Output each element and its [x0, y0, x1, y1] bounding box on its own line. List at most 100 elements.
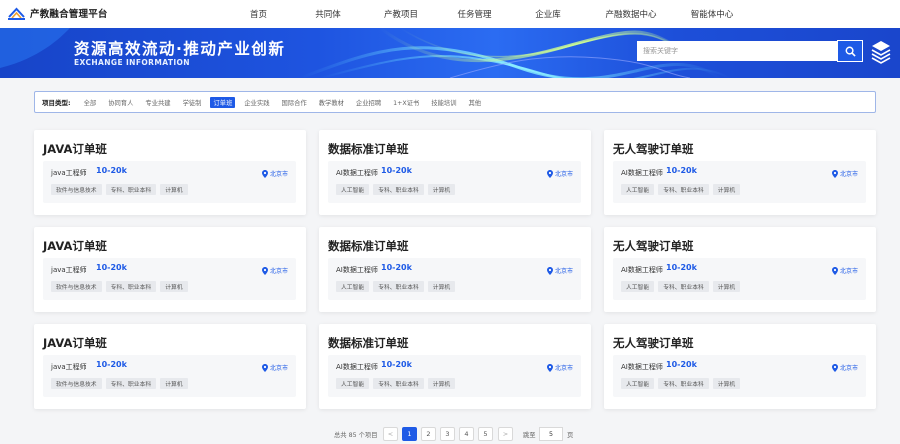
filter-option[interactable]: 协同育人	[105, 97, 136, 108]
job-title: AI数据工程师	[621, 266, 663, 274]
tag: 专科、职业本科	[658, 184, 709, 195]
card-title: JAVA订单班	[43, 239, 107, 253]
nav-item[interactable]: 首页	[222, 0, 295, 28]
project-card[interactable]: 数据标准订单班 AI数据工程师 10-20k 北京市 人工智能 专科、职业本科 计算机	[319, 130, 591, 215]
salary: 10-20k	[96, 360, 127, 369]
card-title: 无人驾驶订单班	[613, 336, 694, 350]
salary: 10-20k	[381, 263, 412, 272]
location: 北京市	[831, 363, 858, 372]
card-title: 无人驾驶订单班	[613, 239, 694, 253]
project-card[interactable]: JAVA订单班 java工程师 10-20k 北京市 软件与信息技术 专科、职业本科 计算机	[34, 324, 306, 409]
card-title: 无人驾驶订单班	[613, 142, 694, 156]
project-card[interactable]: 无人驾驶订单班 AI数据工程师 10-20k 北京市 人工智能 专科、职业本科 计算机	[604, 324, 876, 409]
location-pin-icon	[831, 363, 838, 372]
tag: 人工智能	[621, 281, 655, 292]
filter-label: 项目类型:	[42, 99, 71, 107]
prev-page-button[interactable]: <	[383, 427, 398, 441]
project-card[interactable]: JAVA订单班 java工程师 10-20k 北京市 软件与信息技术 专科、职业本科 计算机	[34, 227, 306, 312]
page-button[interactable]: 3	[440, 427, 455, 441]
filter-option[interactable]: 全部	[81, 97, 100, 108]
nav-item[interactable]: 智能体中心	[674, 0, 750, 28]
main-menu: 首页 共同体 产教项目 任务管理 企业库 产融数据中心 智能体中心	[222, 0, 750, 28]
page-button[interactable]: 1	[402, 427, 417, 441]
tag: 软件与信息技术	[51, 378, 102, 389]
location: 北京市	[546, 169, 573, 178]
tag: 计算机	[160, 378, 188, 389]
tag: 专科、职业本科	[658, 281, 709, 292]
banner-title: 资源高效流动·推动产业创新	[74, 40, 286, 58]
page-button[interactable]: 5	[478, 427, 493, 441]
tag: 人工智能	[336, 378, 370, 389]
location-text: 北京市	[839, 268, 858, 275]
filter-option[interactable]: 教学教材	[316, 97, 347, 108]
total-count: 总共 85 个项目	[334, 432, 378, 439]
goto-page-input[interactable]	[539, 427, 563, 441]
salary: 10-20k	[666, 360, 697, 369]
salary: 10-20k	[666, 263, 697, 272]
location-text: 北京市	[554, 365, 573, 372]
tag-list: 软件与信息技术 专科、职业本科 计算机	[51, 378, 188, 389]
search-input[interactable]	[637, 41, 837, 61]
location: 北京市	[831, 169, 858, 178]
tag: 软件与信息技术	[51, 184, 102, 195]
job-info: AI数据工程师 10-20k 北京市 人工智能 专科、职业本科 计算机	[328, 355, 581, 397]
location-pin-icon	[546, 169, 553, 178]
location-pin-icon	[831, 169, 838, 178]
project-card[interactable]: 无人驾驶订单班 AI数据工程师 10-20k 北京市 人工智能 专科、职业本科 计算机	[604, 130, 876, 215]
project-card[interactable]: 数据标准订单班 AI数据工程师 10-20k 北京市 人工智能 专科、职业本科 计算机	[319, 324, 591, 409]
location-text: 北京市	[554, 268, 573, 275]
filter-option[interactable]: 企业实践	[241, 97, 272, 108]
filter-option[interactable]: 专业共建	[142, 97, 173, 108]
tag: 人工智能	[336, 184, 370, 195]
tag: 计算机	[427, 378, 456, 389]
tag-list: 软件与信息技术 专科、职业本科 计算机	[51, 184, 188, 195]
filter-option[interactable]: 企业招聘	[353, 97, 384, 108]
tag: 专科、职业本科	[105, 184, 157, 195]
tag: 人工智能	[621, 184, 655, 195]
tag-list: 人工智能 专科、职业本科 计算机	[336, 281, 456, 292]
tag-list: 人工智能 专科、职业本科 计算机	[336, 184, 456, 195]
location-text: 北京市	[839, 365, 858, 372]
next-page-button[interactable]: >	[498, 427, 513, 441]
nav-item[interactable]: 产融数据中心	[588, 0, 674, 28]
job-info: java工程师 10-20k 北京市 软件与信息技术 专科、职业本科 计算机	[43, 258, 296, 300]
job-info: AI数据工程师 10-20k 北京市 人工智能 专科、职业本科 计算机	[613, 355, 866, 397]
nav-item[interactable]: 产教项目	[361, 0, 441, 28]
chevron-right-icon: >	[502, 430, 509, 438]
location-pin-icon	[546, 266, 553, 275]
project-card[interactable]: JAVA订单班 java工程师 10-20k 北京市 软件与信息技术 专科、职业本科 计算机	[34, 130, 306, 215]
project-card[interactable]: 数据标准订单班 AI数据工程师 10-20k 北京市 人工智能 专科、职业本科 计算机	[319, 227, 591, 312]
page-unit: 页	[567, 432, 574, 439]
search-button[interactable]	[837, 40, 863, 62]
location: 北京市	[831, 266, 858, 275]
filter-option[interactable]: 技能培训	[428, 97, 459, 108]
filter-option[interactable]: 国际合作	[279, 97, 310, 108]
nav-item[interactable]: 企业库	[508, 0, 588, 28]
card-title: 数据标准订单班	[328, 239, 409, 253]
filter-option[interactable]: 1+X证书	[390, 97, 422, 108]
location: 北京市	[546, 266, 573, 275]
page-button[interactable]: 4	[459, 427, 474, 441]
nav-item[interactable]: 共同体	[295, 0, 361, 28]
salary: 10-20k	[96, 166, 127, 175]
filter-option[interactable]: 其他	[466, 97, 485, 108]
tag: 专科、职业本科	[658, 378, 709, 389]
page-button[interactable]: 2	[421, 427, 436, 441]
brand[interactable]: 产教融合管理平台	[8, 6, 108, 20]
job-info: AI数据工程师 10-20k 北京市 人工智能 专科、职业本科 计算机	[328, 161, 581, 203]
project-card[interactable]: 无人驾驶订单班 AI数据工程师 10-20k 北京市 人工智能 专科、职业本科 计算机	[604, 227, 876, 312]
salary: 10-20k	[666, 166, 697, 175]
job-info: java工程师 10-20k 北京市 软件与信息技术 专科、职业本科 计算机	[43, 355, 296, 397]
filter-option[interactable]: 订单班	[210, 96, 236, 108]
location-pin-icon	[261, 266, 268, 275]
salary: 10-20k	[96, 263, 127, 272]
location-text: 北京市	[554, 171, 573, 178]
job-info: AI数据工程师 10-20k 北京市 人工智能 专科、职业本科 计算机	[328, 258, 581, 300]
search-icon	[845, 46, 856, 57]
nav-item[interactable]: 任务管理	[441, 0, 508, 28]
job-title: java工程师	[51, 363, 87, 371]
card-title: JAVA订单班	[43, 142, 107, 156]
filter-option[interactable]: 学徒制	[180, 97, 205, 108]
location-text: 北京市	[269, 171, 288, 178]
location-pin-icon	[831, 266, 838, 275]
